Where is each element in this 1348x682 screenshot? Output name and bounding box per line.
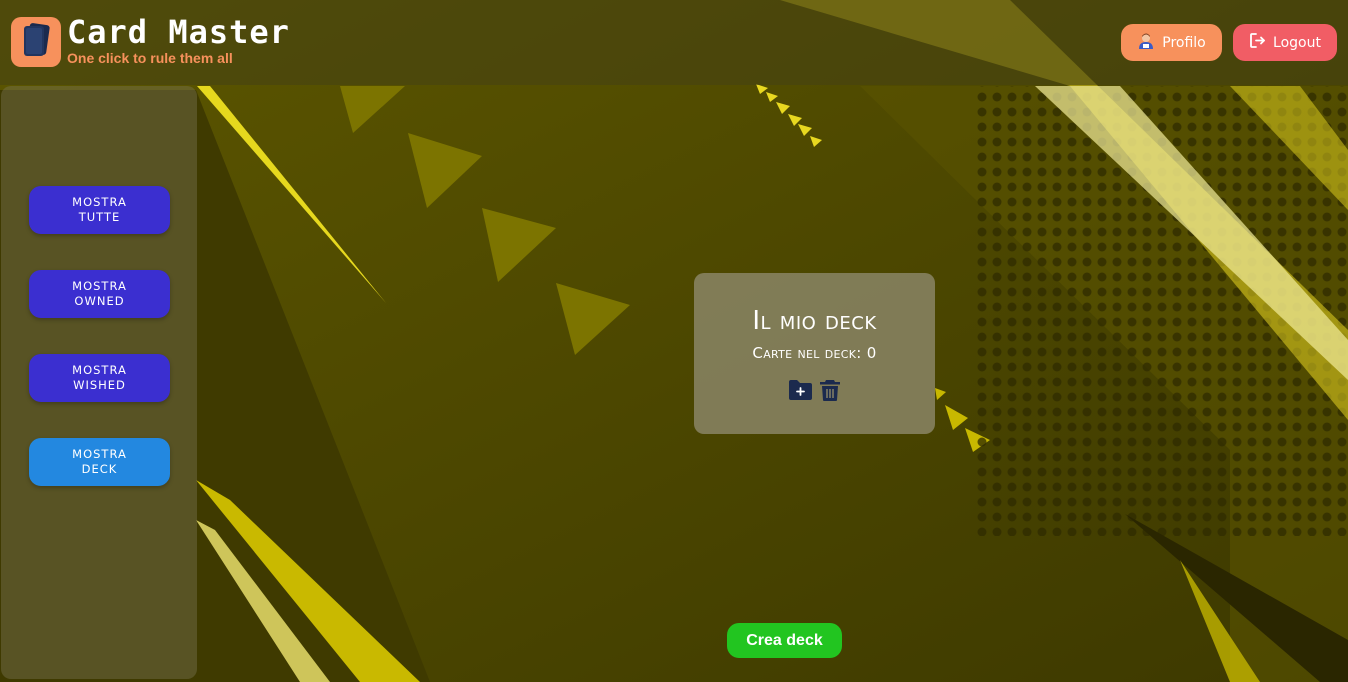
app-subtitle: One click to rule them all — [67, 50, 233, 66]
deck-card-count: Carte nel deck: 0 — [752, 344, 877, 362]
deck-title: Il mio deck — [752, 306, 877, 336]
top-header: Card Master One click to rule them all P… — [0, 0, 1348, 85]
app-logo[interactable] — [11, 17, 61, 67]
sidebar-item-mostra-tutte[interactable]: Mostra tutte — [29, 186, 170, 234]
logout-label: Logout — [1273, 34, 1321, 51]
sidebar-item-label: Mostra tutte — [72, 195, 127, 224]
folder-add-icon[interactable] — [788, 378, 813, 406]
trash-icon[interactable] — [819, 378, 841, 406]
profile-button[interactable]: Profilo — [1121, 24, 1222, 61]
user-avatar-icon — [1137, 32, 1155, 54]
sidebar-item-label: Mostra wished — [72, 363, 127, 392]
sidebar-item-mostra-owned[interactable]: Mostra owned — [29, 270, 170, 318]
sidebar-item-mostra-wished[interactable]: Mostra wished — [29, 354, 170, 402]
profile-label: Profilo — [1162, 34, 1206, 51]
sidebar-item-mostra-deck[interactable]: Mostra deck — [29, 438, 170, 486]
logout-icon — [1249, 32, 1266, 53]
sidebar-item-label: Mostra deck — [72, 447, 127, 476]
card-deck-icon — [22, 22, 50, 62]
sidebar: Mostra tutte Mostra owned Mostra wished … — [1, 86, 197, 679]
create-deck-button[interactable]: Crea deck — [727, 623, 842, 658]
app-title: Card Master — [67, 13, 290, 51]
background-shapes — [0, 0, 1348, 682]
sidebar-item-label: Mostra owned — [72, 279, 127, 308]
deck-card: Il mio deck Carte nel deck: 0 — [694, 273, 935, 434]
deck-actions — [694, 378, 935, 406]
background-art — [0, 0, 1348, 682]
logout-button[interactable]: Logout — [1233, 24, 1337, 61]
